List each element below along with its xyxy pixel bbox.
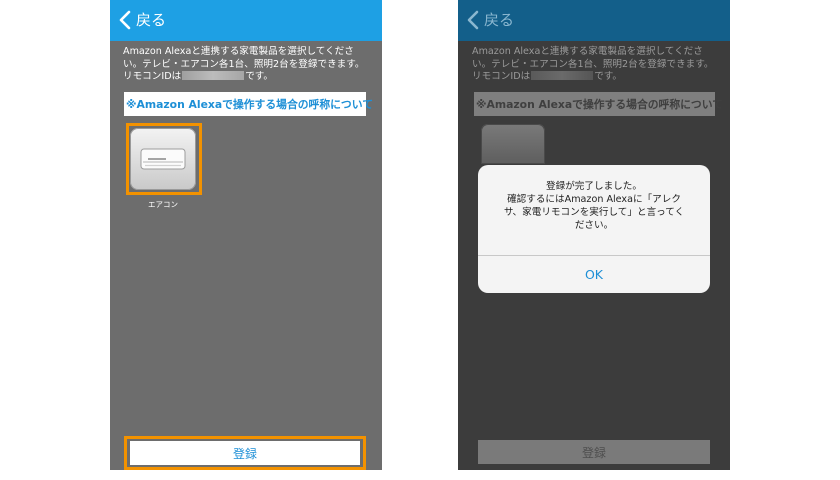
dialog-line-1: 登録が完了しました。 <box>546 181 642 192</box>
alexa-naming-link: ※Amazon Alexaで操作する場合の呼称について <box>474 92 723 116</box>
alexa-naming-link-label: ※Amazon Alexaで操作する場合の呼称について <box>476 98 723 111</box>
back-button[interactable]: 戻る <box>118 9 166 30</box>
remote-id-suffix: です。 <box>245 71 274 82</box>
instruction-line-1: Amazon Alexaと連携する家電製品を選択してくださ <box>472 46 703 57</box>
registration-complete-dialog: 登録が完了しました。 確認するにはAmazon Alexaに「アレク サ、家電リ… <box>478 165 710 293</box>
dialog-line-2: 確認するにはAmazon Alexaに「アレク <box>507 194 681 205</box>
air-conditioner-icon <box>140 148 186 170</box>
alexa-naming-link-label: ※Amazon Alexaで操作する場合の呼称について <box>126 98 373 111</box>
remote-id-prefix: リモコンIDは <box>472 71 531 82</box>
dialog-message: 登録が完了しました。 確認するにはAmazon Alexaに「アレク サ、家電リ… <box>478 180 710 232</box>
device-air-conditioner <box>481 124 545 164</box>
nav-bar: 戻る <box>458 0 730 41</box>
instruction-line-2: い。テレビ・エアコン各1台、照明2台を登録できます。 <box>472 58 714 70</box>
register-button: 登録 <box>478 440 710 464</box>
instruction-text: Amazon Alexaと連携する家電製品を選択してくださ い。テレビ・エアコン… <box>123 46 373 84</box>
instruction-line-3: リモコンIDは です。 <box>472 71 722 84</box>
chevron-left-icon <box>119 10 131 29</box>
remote-id-suffix: です。 <box>594 71 623 82</box>
chevron-left-icon <box>467 10 479 29</box>
back-label: 戻る <box>136 11 167 29</box>
instruction-line-1: Amazon Alexaと連携する家電製品を選択してくださ <box>123 46 354 57</box>
device-air-conditioner[interactable] <box>130 128 196 190</box>
device-selection-screen: 戻る Amazon Alexaと連携する家電製品を選択してくださ い。テレビ・エ… <box>110 0 382 470</box>
redacted-remote-id <box>182 71 245 80</box>
device-label: エアコン <box>148 200 178 209</box>
ok-button[interactable]: OK <box>478 256 710 293</box>
nav-bar: 戻る <box>110 0 382 41</box>
back-label: 戻る <box>484 11 515 29</box>
instruction-text: Amazon Alexaと連携する家電製品を選択してくださ い。テレビ・エアコン… <box>472 46 722 84</box>
instruction-line-2: い。テレビ・エアコン各1台、照明2台を登録できます。 <box>123 58 365 70</box>
redacted-remote-id <box>531 71 594 80</box>
instruction-line-3: リモコンIDは です。 <box>123 71 373 84</box>
registration-complete-screen: 戻る Amazon Alexaと連携する家電製品を選択してくださ い。テレビ・エ… <box>458 0 730 470</box>
back-button: 戻る <box>466 9 514 30</box>
dialog-line-3: サ、家電リモコンを実行して」と言ってく <box>503 207 685 218</box>
dialog-line-4: ださい。 <box>574 220 614 231</box>
alexa-naming-link[interactable]: ※Amazon Alexaで操作する場合の呼称について <box>124 92 373 116</box>
register-button[interactable]: 登録 <box>130 441 360 465</box>
remote-id-prefix: リモコンIDは <box>123 71 182 82</box>
